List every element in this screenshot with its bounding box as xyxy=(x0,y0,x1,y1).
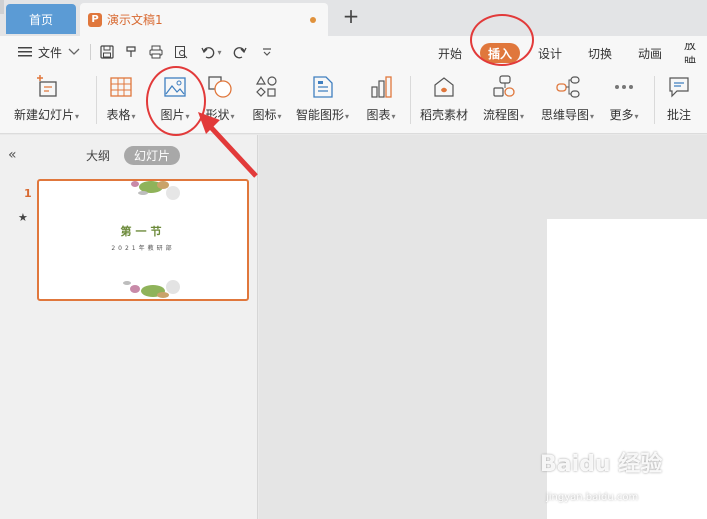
flower-decoration-bottom xyxy=(123,280,180,298)
new-slide-label: 新建幻灯片 xyxy=(14,108,75,122)
tab-start[interactable]: 开始 xyxy=(434,43,466,63)
tab-slideshow[interactable]: 放映 xyxy=(684,43,707,63)
customize-toolbar-icon[interactable] xyxy=(258,43,276,61)
tab-slideshow-label: 放映 xyxy=(684,43,697,63)
save-icon[interactable] xyxy=(98,43,116,61)
chevron-down-icon: ▾ xyxy=(590,112,595,121)
tab-design-label: 设计 xyxy=(537,46,562,61)
file-menu-label: 文件 xyxy=(38,45,63,60)
redo-icon[interactable] xyxy=(231,43,249,61)
divider xyxy=(410,76,411,124)
tab-bar-edge xyxy=(0,0,4,14)
shape-icon xyxy=(205,72,235,102)
divider xyxy=(96,76,97,124)
smart-graphic-button[interactable]: 智能图形▾ xyxy=(296,72,349,128)
tab-animation-label: 动画 xyxy=(637,46,662,61)
more-icon xyxy=(609,72,639,102)
icons-icon xyxy=(252,72,282,102)
chevron-down-icon: ▾ xyxy=(520,112,525,121)
print-icon[interactable] xyxy=(147,43,165,61)
hamburger-icon xyxy=(18,47,32,57)
print-preview-icon[interactable] xyxy=(172,43,190,61)
chart-icon xyxy=(366,72,396,102)
chevron-down-icon: ▾ xyxy=(75,112,80,121)
mindmap-icon xyxy=(553,72,583,102)
smart-graphic-icon xyxy=(308,72,338,102)
tab-home[interactable]: 首页 xyxy=(6,4,76,34)
add-tab-button[interactable]: + xyxy=(340,6,362,28)
presentation-icon: P xyxy=(88,12,102,27)
flowchart-icon xyxy=(489,72,519,102)
mindmap-button[interactable]: 思维导图▾ xyxy=(541,72,594,128)
divider xyxy=(654,76,655,124)
tab-slides[interactable]: 幻灯片 xyxy=(124,146,180,165)
tab-outline[interactable]: 大纲 xyxy=(86,147,110,164)
comment-icon xyxy=(664,72,694,102)
tab-bar: 首页 P 演示文稿1 + xyxy=(0,0,707,36)
flower-decoration-top xyxy=(131,181,180,200)
mindmap-label: 思维导图 xyxy=(541,108,590,122)
menu-row: 文件 ▾ 开始 插入 设计 切换 动画 放映 xyxy=(0,36,707,68)
docer-material-button[interactable]: 稻壳素材 xyxy=(420,72,468,128)
tab-animation[interactable]: 动画 xyxy=(634,43,666,63)
format-painter-icon[interactable] xyxy=(122,43,140,61)
new-slide-icon xyxy=(32,72,62,102)
table-icon xyxy=(106,72,136,102)
slide-thumbnail[interactable]: 第一节 2021年教研部 xyxy=(37,179,249,301)
tab-transition-label: 切换 xyxy=(587,46,612,61)
table-label: 表格 xyxy=(106,108,131,122)
chevron-down-icon: ▾ xyxy=(345,112,350,121)
flowchart-label: 流程图 xyxy=(483,108,520,122)
ribbon-toolbar: 新建幻灯片▾ 表格▾ 图片▾ 形状▾ 图标▾ 智能图形▾ 图表▾ 稻壳素材 流程… xyxy=(0,68,707,134)
chevron-down-icon: ▾ xyxy=(277,112,282,121)
chevron-down-icon: ▾ xyxy=(391,112,396,121)
chart-label: 图表 xyxy=(366,108,391,122)
collapse-panel-button[interactable]: « xyxy=(8,147,17,163)
new-slide-button[interactable]: 新建幻灯片▾ xyxy=(14,72,79,128)
file-menu-button[interactable]: 文件 xyxy=(18,42,80,62)
flowchart-button[interactable]: 流程图▾ xyxy=(483,72,524,128)
slide-subtitle: 2021年教研部 xyxy=(111,245,175,252)
tab-design[interactable]: 设计 xyxy=(534,43,566,63)
chevron-down-icon: ▾ xyxy=(131,112,136,121)
slide-number: 1 xyxy=(24,187,32,200)
comment-label: 批注 xyxy=(666,108,691,122)
chevron-down-icon: ▾ xyxy=(634,112,639,121)
unsaved-dot-icon xyxy=(310,17,316,23)
annotation-circle-insert xyxy=(470,14,534,66)
slide-panel: « 大纲 幻灯片 1 ★ 第一节 2021年教研部 xyxy=(0,135,258,519)
comment-button[interactable]: 批注 xyxy=(664,72,694,128)
baidu-watermark: Baidu 经验 xyxy=(540,452,663,477)
undo-dropdown-icon[interactable]: ▾ xyxy=(214,43,224,61)
tab-document[interactable]: P 演示文稿1 xyxy=(80,3,328,36)
document-title: 演示文稿1 xyxy=(107,13,163,27)
tab-start-label: 开始 xyxy=(437,46,462,61)
table-button[interactable]: 表格▾ xyxy=(106,72,136,128)
more-label: 更多 xyxy=(609,108,634,122)
slide-title: 第一节 xyxy=(120,225,166,238)
docer-material-icon xyxy=(429,72,459,102)
animation-star-icon: ★ xyxy=(18,211,28,224)
smart-graphic-label: 智能图形 xyxy=(296,108,345,122)
chevron-down-icon xyxy=(68,48,80,55)
baidu-watermark-url: jingyan.baidu.com xyxy=(546,492,639,503)
divider xyxy=(90,44,91,60)
more-button[interactable]: 更多▾ xyxy=(609,72,639,128)
tab-home-label: 首页 xyxy=(28,12,53,27)
tab-transition[interactable]: 切换 xyxy=(584,43,616,63)
chart-button[interactable]: 图表▾ xyxy=(366,72,396,128)
docer-material-label: 稻壳素材 xyxy=(420,108,469,122)
annotation-arrow-icon xyxy=(198,112,258,178)
